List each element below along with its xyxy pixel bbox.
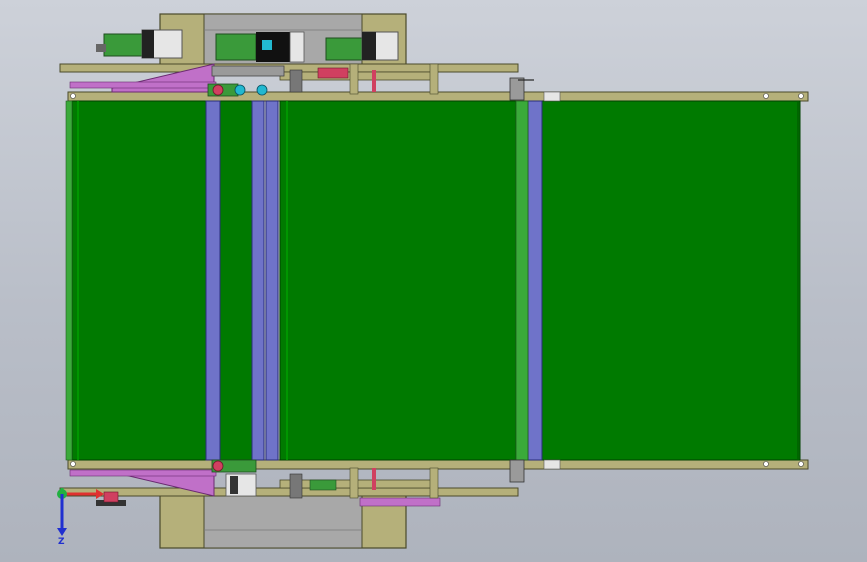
roller-2[interactable] bbox=[251, 100, 265, 461]
roller-3[interactable] bbox=[265, 100, 279, 461]
motor-left-icon[interactable] bbox=[96, 29, 183, 59]
roller-1[interactable] bbox=[205, 100, 221, 461]
belt-middle[interactable] bbox=[279, 100, 517, 461]
roller-4[interactable] bbox=[527, 100, 543, 461]
belt-left[interactable] bbox=[65, 100, 207, 461]
cad-graphics-viewport[interactable]: Z bbox=[0, 0, 867, 562]
z-axis-arrowhead-icon bbox=[57, 528, 67, 536]
belt-narrow-section[interactable] bbox=[219, 100, 253, 461]
coordinate-triad: Z bbox=[57, 488, 104, 547]
bottom-magenta-strip bbox=[69, 469, 217, 477]
motor-center-icon[interactable] bbox=[215, 31, 305, 63]
z-axis-label: Z bbox=[58, 537, 65, 547]
belt-right[interactable] bbox=[539, 100, 801, 461]
top-magenta-strip bbox=[69, 81, 217, 89]
bottom-magenta-bar bbox=[359, 497, 441, 507]
roller-shaft-divider bbox=[515, 100, 529, 461]
x-axis-arrowhead-icon bbox=[96, 489, 104, 499]
